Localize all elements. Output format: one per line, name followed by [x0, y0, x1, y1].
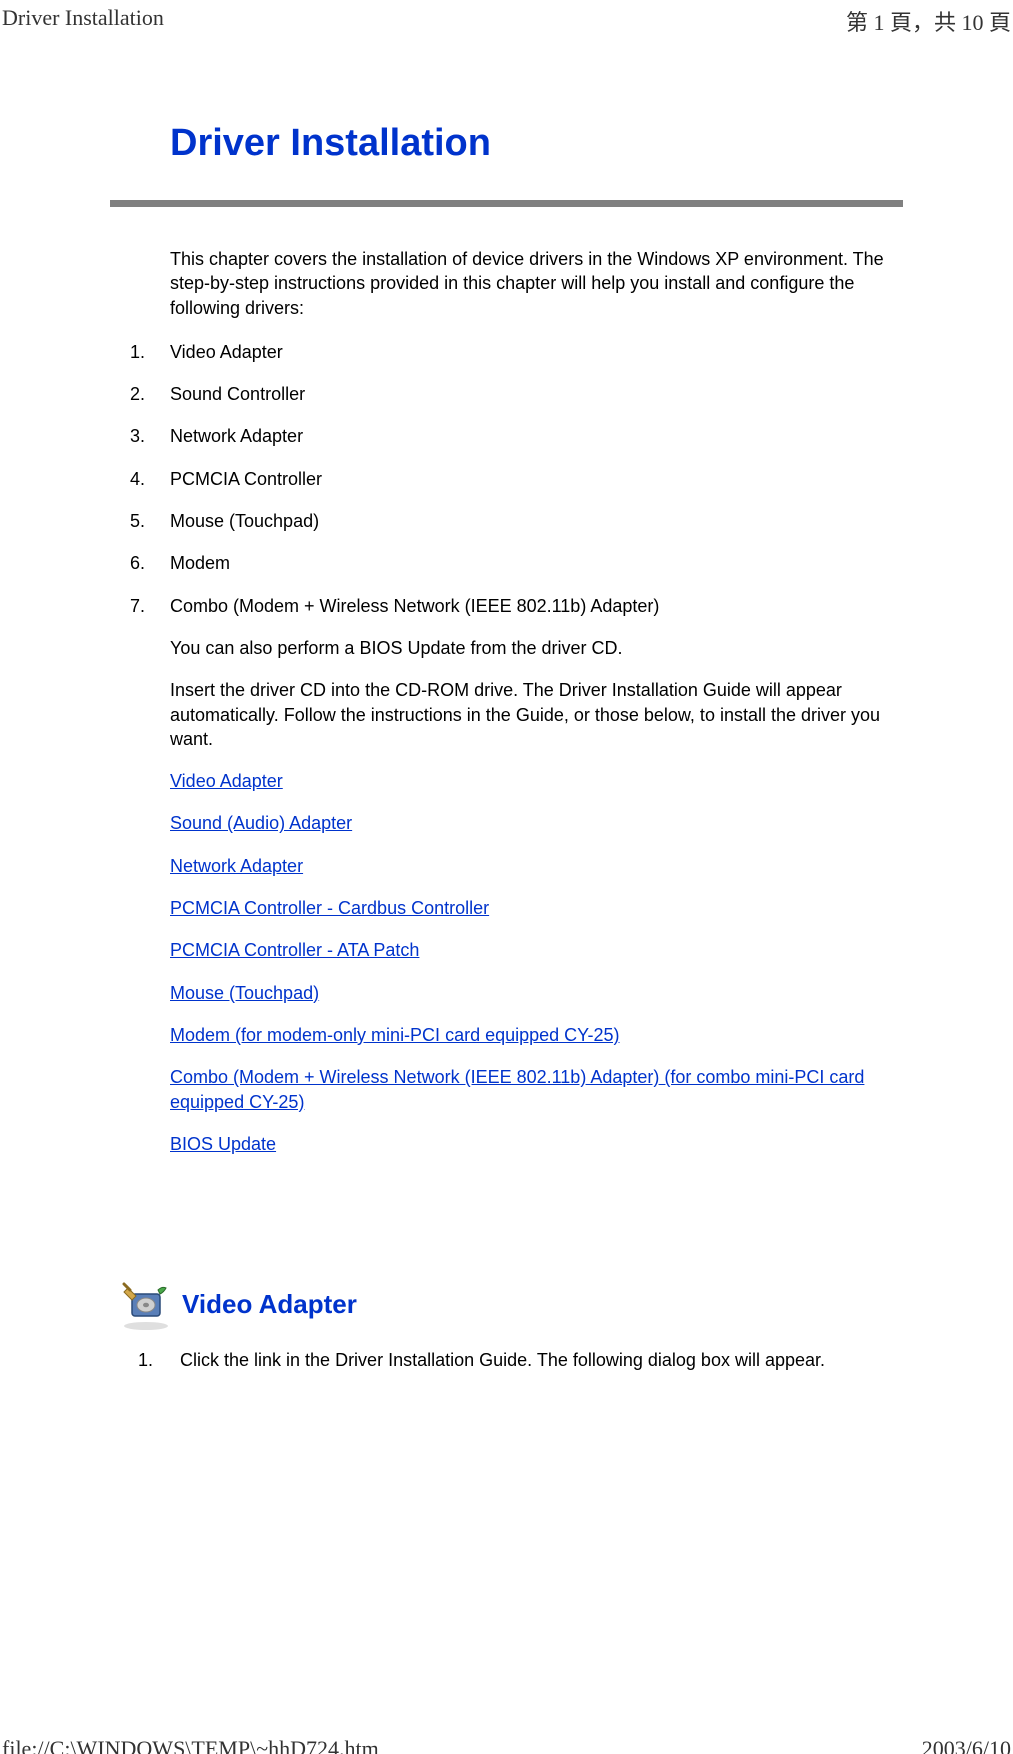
link-para: Modem (for modem-only mini-PCI card equi…: [110, 1023, 903, 1047]
list-number: 7.: [130, 594, 170, 618]
list-text: PCMCIA Controller: [170, 467, 903, 491]
link-para: Video Adapter: [110, 769, 903, 793]
driver-numbered-list: 1. Video Adapter 2. Sound Controller 3. …: [110, 340, 903, 618]
section-steps: 1. Click the link in the Driver Installa…: [110, 1348, 903, 1372]
list-item: 3. Network Adapter: [130, 424, 903, 448]
print-header: Driver Installation 第 1 頁，共 10 頁: [0, 0, 1013, 37]
link-mouse-touchpad[interactable]: Mouse (Touchpad): [170, 983, 319, 1003]
list-number: 4.: [130, 467, 170, 491]
paragraph-bios: You can also perform a BIOS Update from …: [110, 636, 903, 660]
list-text: Sound Controller: [170, 382, 903, 406]
link-bios-update[interactable]: BIOS Update: [170, 1134, 276, 1154]
link-para: PCMCIA Controller - Cardbus Controller: [110, 896, 903, 920]
list-text: Modem: [170, 551, 903, 575]
installer-icon: [118, 1276, 174, 1332]
list-number: 1.: [130, 340, 170, 364]
step-item: 1. Click the link in the Driver Installa…: [138, 1348, 903, 1372]
list-item: 1. Video Adapter: [130, 340, 903, 364]
link-pcmcia-cardbus[interactable]: PCMCIA Controller - Cardbus Controller: [170, 898, 489, 918]
header-title: Driver Installation: [0, 5, 164, 37]
list-text: Mouse (Touchpad): [170, 509, 903, 533]
link-para: Combo (Modem + Wireless Network (IEEE 80…: [110, 1065, 903, 1114]
list-number: 2.: [130, 382, 170, 406]
link-sound-adapter[interactable]: Sound (Audio) Adapter: [170, 813, 352, 833]
print-footer: file://C:\WINDOWS\TEMP\~hhD724.htm 2003/…: [0, 1736, 1013, 1754]
list-number: 5.: [130, 509, 170, 533]
link-video-adapter[interactable]: Video Adapter: [170, 771, 283, 791]
link-pcmcia-ata[interactable]: PCMCIA Controller - ATA Patch: [170, 940, 419, 960]
list-text: Combo (Modem + Wireless Network (IEEE 80…: [170, 594, 903, 618]
footer-date: 2003/6/10: [922, 1736, 1011, 1754]
link-network-adapter[interactable]: Network Adapter: [170, 856, 303, 876]
link-para: BIOS Update: [110, 1132, 903, 1156]
content-area: Driver Installation This chapter covers …: [0, 37, 1013, 1372]
list-item: 7. Combo (Modem + Wireless Network (IEEE…: [130, 594, 903, 618]
link-para: Mouse (Touchpad): [110, 981, 903, 1005]
paragraph-insert-cd: Insert the driver CD into the CD-ROM dri…: [110, 678, 903, 751]
section-heading-row: Video Adapter: [110, 1276, 903, 1332]
list-text: Network Adapter: [170, 424, 903, 448]
page-title: Driver Installation: [110, 122, 903, 165]
list-text: Video Adapter: [170, 340, 903, 364]
list-item: 5. Mouse (Touchpad): [130, 509, 903, 533]
intro-paragraph: This chapter covers the installation of …: [110, 247, 903, 320]
link-para: PCMCIA Controller - ATA Patch: [110, 938, 903, 962]
step-number: 1.: [138, 1348, 180, 1372]
footer-path: file://C:\WINDOWS\TEMP\~hhD724.htm: [2, 1736, 379, 1754]
list-item: 4. PCMCIA Controller: [130, 467, 903, 491]
list-number: 3.: [130, 424, 170, 448]
horizontal-rule: [110, 200, 903, 207]
section-title-video-adapter: Video Adapter: [182, 1289, 357, 1320]
link-combo-adapter[interactable]: Combo (Modem + Wireless Network (IEEE 80…: [170, 1067, 864, 1111]
link-para: Network Adapter: [110, 854, 903, 878]
header-page-info: 第 1 頁，共 10 頁: [846, 5, 1013, 37]
list-item: 6. Modem: [130, 551, 903, 575]
step-text: Click the link in the Driver Installatio…: [180, 1348, 903, 1372]
list-number: 6.: [130, 551, 170, 575]
link-modem[interactable]: Modem (for modem-only mini-PCI card equi…: [170, 1025, 620, 1045]
list-item: 2. Sound Controller: [130, 382, 903, 406]
link-para: Sound (Audio) Adapter: [110, 811, 903, 835]
